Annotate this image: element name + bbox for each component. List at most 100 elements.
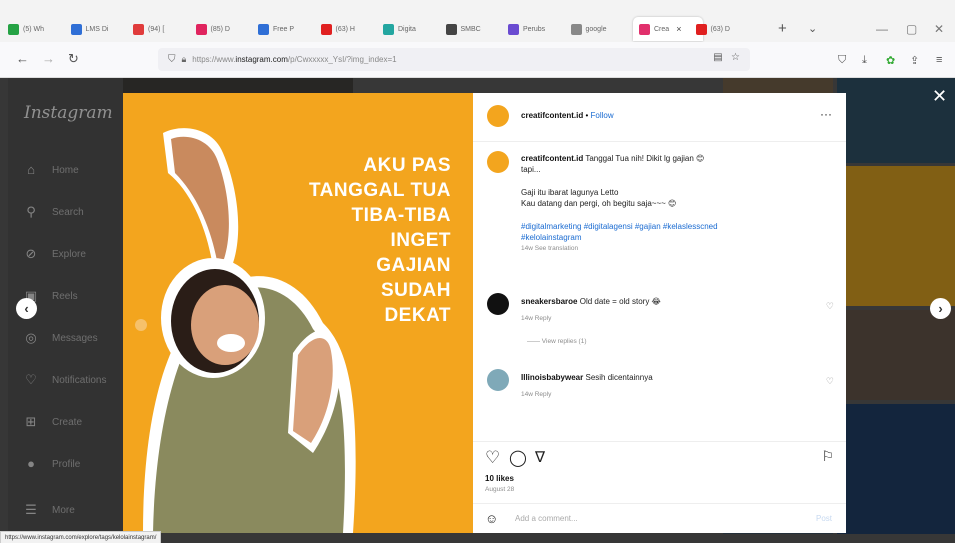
caption: creatifcontent.id Tanggal Tua nih! Dikit… xyxy=(521,153,821,254)
tab-favicon-icon xyxy=(383,23,394,35)
comment-input[interactable]: Add a comment... xyxy=(515,514,578,523)
shield-icon[interactable]: ⛉ xyxy=(168,54,176,65)
post-detail-panel: creatifcontent.id • Follow ··· creatifco… xyxy=(473,93,846,533)
likes-count[interactable]: 10 likes xyxy=(485,474,514,483)
post-image[interactable]: AKU PAS TANGGAL TUA TIBA-TIBA INGET GAJIAN SU… xyxy=(123,93,473,533)
tab-favicon-icon xyxy=(570,23,582,35)
comment-username[interactable]: sneakersbaroe xyxy=(521,297,577,306)
caption-username[interactable]: creatifcontent.id xyxy=(521,154,583,163)
tab-favicon-icon xyxy=(195,23,207,35)
comment-username[interactable]: Illinoisbabywear xyxy=(521,373,583,382)
browser-tab[interactable]: (63) D xyxy=(695,17,748,41)
like-comment-icon[interactable]: ♡ xyxy=(826,301,834,312)
browser-tab[interactable]: google xyxy=(570,17,623,41)
browser-tab[interactable]: Free P xyxy=(258,17,310,41)
author-avatar[interactable] xyxy=(487,105,509,127)
browser-tab[interactable]: (94) [ xyxy=(133,17,185,41)
maximize-icon[interactable]: ▢ xyxy=(906,17,917,41)
tab-favicon-icon xyxy=(320,23,332,35)
emoji-icon[interactable]: ☺ xyxy=(485,511,498,526)
tab-favicon-icon xyxy=(445,23,457,35)
hashtags[interactable]: #digitalmarketing #digitalagensi #gajian… xyxy=(521,221,821,232)
comment-bubble-icon[interactable]: ◯ xyxy=(509,448,527,468)
view-replies-link[interactable]: —— View replies (1) xyxy=(527,336,811,347)
follow-button[interactable]: Follow xyxy=(591,111,614,120)
browser-tab[interactable]: LMS Di xyxy=(70,17,123,41)
author-username[interactable]: creatifcontent.id xyxy=(521,111,583,120)
browser-tab[interactable]: SMBC xyxy=(445,17,498,41)
prev-post-arrow-icon[interactable]: ‹ xyxy=(16,298,37,319)
reader-view-icon[interactable]: ▤ xyxy=(713,52,722,63)
browser-tab[interactable]: Digita xyxy=(383,17,435,41)
tab-label: (5) Wh xyxy=(23,25,44,33)
like-comment-icon[interactable]: ♡ xyxy=(826,376,834,387)
commenter-avatar[interactable] xyxy=(487,369,509,391)
close-tab-icon[interactable]: × xyxy=(676,24,681,34)
navigation-bar: ← → ↻ ⛉ 🔒︎ https://www. instagram.com/p/C… xyxy=(0,42,955,78)
tab-label: (94) [ xyxy=(148,25,165,33)
caption-text: Tanggal Tua nih! Dikit lg gajian 😊 xyxy=(585,154,705,163)
caption-line: tapi... xyxy=(521,165,541,174)
caption-line: Gaji itu ibarat lagunya Letto xyxy=(521,188,619,197)
next-post-arrow-icon[interactable]: › xyxy=(930,298,951,319)
like-heart-icon[interactable]: ♡ xyxy=(485,448,500,468)
minimize-icon[interactable]: — xyxy=(876,17,888,41)
headline-line: TIBA-TIBA xyxy=(351,205,451,226)
back-icon[interactable]: ← xyxy=(16,49,29,69)
comment: sneakersbaroe Old date = old story 😂 14w… xyxy=(521,296,811,347)
downloads-icon[interactable]: ⤓ xyxy=(862,54,867,67)
comment-text: Old date = old story 😂 xyxy=(579,297,661,306)
comment-text: Sesih dicentainnya xyxy=(585,373,653,382)
tab-label: (63) H xyxy=(335,25,355,33)
post-header: creatifcontent.id • Follow ··· xyxy=(473,93,846,142)
browser-tab-bar: (5) Wh LMS Di (94) [ (85) D Free P (63) H Digi… xyxy=(0,0,955,42)
reload-icon[interactable]: ↻ xyxy=(68,49,79,69)
caption-meta[interactable]: 14w See translation xyxy=(521,243,821,254)
tab-list-button[interactable]: ⌄ xyxy=(808,17,817,41)
menu-icon[interactable]: ≡ xyxy=(936,54,942,66)
url-domain: instagram.com xyxy=(235,55,288,64)
browser-tab[interactable]: (5) Wh xyxy=(8,17,60,41)
browser-tab[interactable]: (85) D xyxy=(195,17,248,41)
url-prefix: https://www. xyxy=(192,55,236,64)
hashtags[interactable]: #kelolainstagram xyxy=(521,232,821,243)
lock-icon[interactable]: 🔒︎ xyxy=(182,54,187,65)
post-comment-button[interactable]: Post xyxy=(816,514,832,523)
comment-meta[interactable]: 14w Reply xyxy=(521,389,811,400)
tab-favicon-icon xyxy=(258,23,269,35)
new-tab-button[interactable]: + xyxy=(778,17,787,41)
share-send-icon[interactable]: ∇ xyxy=(535,448,545,466)
comment-composer: ☺ Add a comment... Post xyxy=(473,503,846,534)
comment-meta[interactable]: 14w Reply xyxy=(521,313,811,324)
close-modal-icon[interactable]: ✕ xyxy=(932,86,947,107)
instagram-page: Instagram ⌂ Home ⚲ Search ⊘ Explore ▣ Reels ◎ Mes… xyxy=(0,78,955,543)
extension-icon[interactable]: ✿ xyxy=(886,54,895,67)
bookmark-star-icon[interactable]: ☆ xyxy=(731,52,740,63)
post-actions: ♡ ◯ ∇ ⚐ 10 likes August 28 xyxy=(473,441,846,504)
tab-label: google xyxy=(585,25,607,33)
commenter-avatar[interactable] xyxy=(487,293,509,315)
forward-icon[interactable]: → xyxy=(42,49,55,69)
save-bookmark-icon[interactable]: ⚐ xyxy=(821,448,834,465)
tab-label: Free P xyxy=(273,25,295,33)
browser-tab[interactable]: Perubs xyxy=(508,17,560,41)
headline-line: AKU PAS xyxy=(363,155,451,176)
share-icon[interactable]: ⇪ xyxy=(910,54,919,67)
post-date: August 28 xyxy=(485,486,515,493)
tab-favicon-icon xyxy=(133,23,144,35)
tab-label: Crea xyxy=(654,25,670,33)
tab-label: LMS Di xyxy=(85,25,109,33)
address-bar[interactable]: ⛉ 🔒︎ https://www. instagram.com/p/Cwxxxxx… xyxy=(158,48,750,71)
browser-tab[interactable]: (63) H xyxy=(320,17,373,41)
browser-tab[interactable]: Crea × xyxy=(633,17,703,41)
caption-avatar[interactable] xyxy=(487,151,509,173)
tab-label: SMBC xyxy=(460,25,481,33)
pocket-icon[interactable]: ⛉ xyxy=(838,54,846,67)
headline-line: DEKAT xyxy=(384,305,451,326)
headline-line: TANGGAL TUA xyxy=(308,180,451,201)
close-window-icon[interactable]: ✕ xyxy=(934,17,944,41)
status-bar-url: https://www.instagram.com/explore/tags/k… xyxy=(0,531,162,543)
tab-favicon-icon xyxy=(8,23,19,35)
tab-label: Perubs xyxy=(523,25,546,33)
more-options-icon[interactable]: ··· xyxy=(820,107,832,121)
